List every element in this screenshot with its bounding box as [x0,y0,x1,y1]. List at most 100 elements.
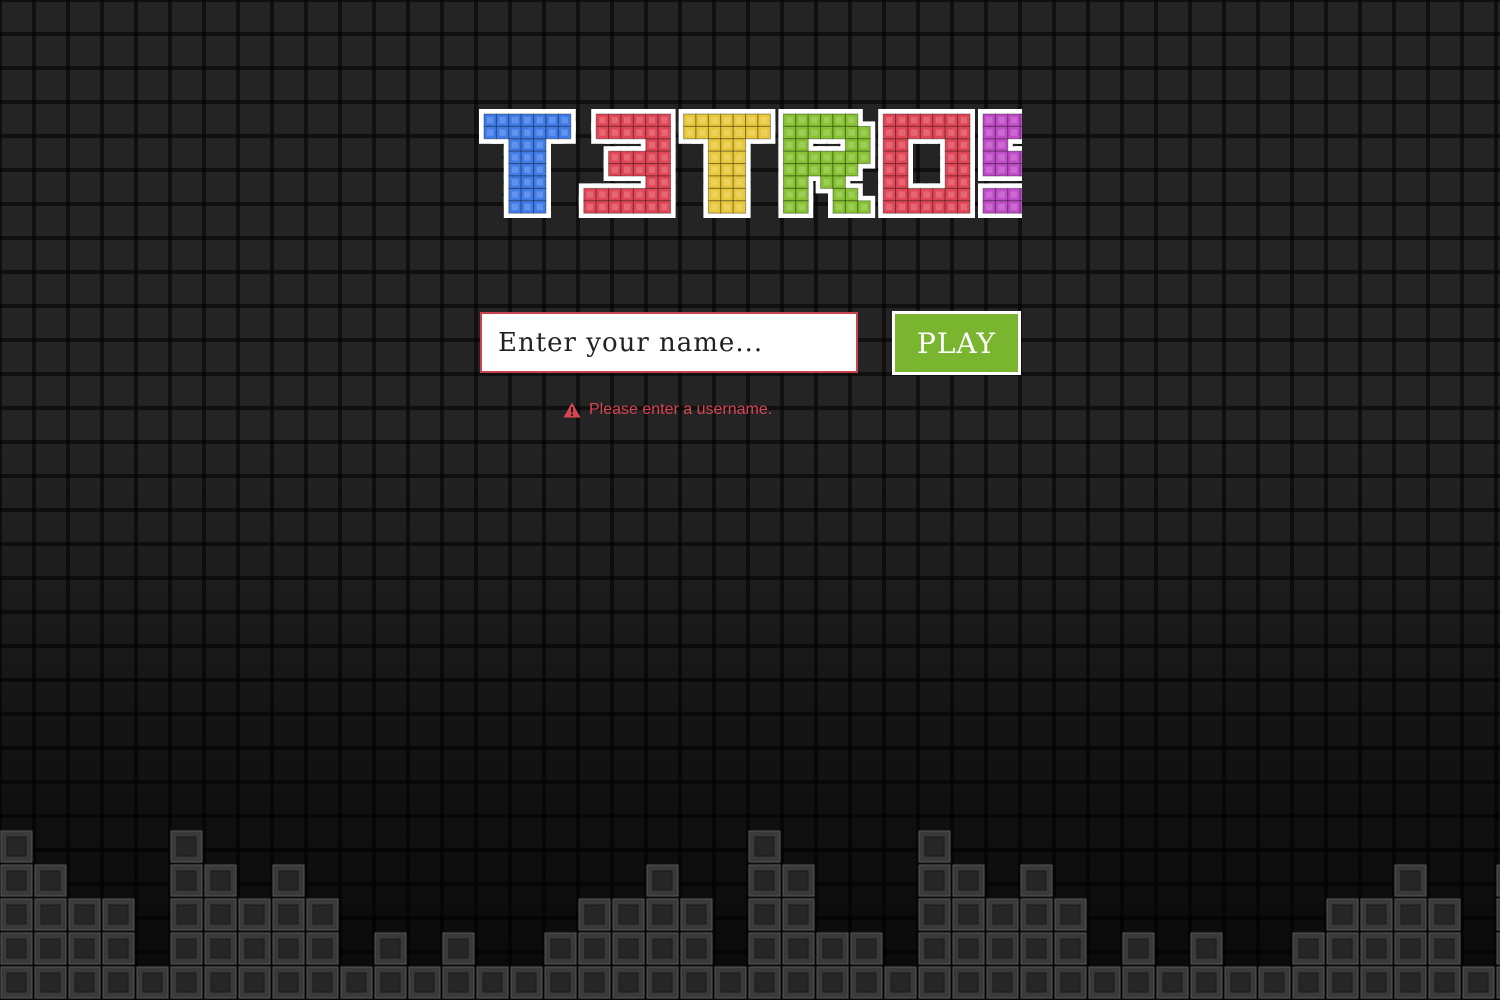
stack-block [0,932,33,965]
stack-block [0,898,33,931]
stack-block [884,966,917,999]
stack-block [1394,932,1427,965]
stack-block [986,898,1019,931]
stack-block [748,830,781,863]
stack-block [1428,898,1461,931]
stack-block [748,966,781,999]
stack-block [0,830,33,863]
stack-block [918,966,951,999]
stack-block [204,966,237,999]
stack-block [646,966,679,999]
stack-block [918,864,951,897]
stack-block [748,864,781,897]
stack-block [238,898,271,931]
stack-block [680,966,713,999]
stack-block [170,830,203,863]
stack-block [1360,932,1393,965]
stack-block [68,898,101,931]
stack-block [1020,966,1053,999]
stack-block [578,966,611,999]
stack-block [102,966,135,999]
stack-block [1054,966,1087,999]
stack-block [714,966,747,999]
stack-block [1360,966,1393,999]
stack-block [544,966,577,999]
stack-block [408,966,441,999]
stack-block [918,898,951,931]
stack-block [544,932,577,965]
stack-block [204,932,237,965]
stack-block [34,898,67,931]
stack-block [1156,966,1189,999]
stack-block [374,966,407,999]
stack-block [612,898,645,931]
stack-block [204,864,237,897]
stack-block [952,898,985,931]
stack-block [816,966,849,999]
stack-block [952,864,985,897]
stack-block [306,966,339,999]
stack-block [918,932,951,965]
stack-block [68,966,101,999]
stack-block [1020,864,1053,897]
stack-block [782,864,815,897]
stack-block [1360,898,1393,931]
stack-block [952,932,985,965]
stack-block [1258,966,1291,999]
stack-block [1394,864,1427,897]
stack-block [612,932,645,965]
stack-block [34,864,67,897]
stack-block [34,966,67,999]
stack-block [646,932,679,965]
stack-block [442,932,475,965]
stack-block [170,864,203,897]
stack-block [850,932,883,965]
stack-block [272,898,305,931]
stack-block [238,932,271,965]
stack-block [34,932,67,965]
stack-block [646,864,679,897]
stack-block [1190,966,1223,999]
stack-block [204,898,237,931]
stack-block [782,966,815,999]
stack-block [510,966,543,999]
stack-block [680,932,713,965]
stack-block [782,898,815,931]
stack-block [1428,932,1461,965]
stack-block [1428,966,1461,999]
stack-block [1394,898,1427,931]
stack-block [306,898,339,931]
stack-block [272,932,305,965]
stack-block [170,932,203,965]
stack-block [1224,966,1257,999]
stack-block [748,932,781,965]
stack-block [1292,932,1325,965]
stack-block [136,966,169,999]
stack-block [986,932,1019,965]
stack-block [918,830,951,863]
stack-block [1190,932,1223,965]
stack-block [374,932,407,965]
stack-block [952,966,985,999]
stack-block [238,966,271,999]
stack-block [1054,932,1087,965]
stack-block [1462,966,1495,999]
falling-blocks-stack [0,830,1500,999]
stack-block [476,966,509,999]
stack-block [578,898,611,931]
stack-block [1020,898,1053,931]
stack-block [442,966,475,999]
stack-block [1292,966,1325,999]
stack-block [306,932,339,965]
stack-block [612,966,645,999]
stack-block [816,932,849,965]
stack-block [680,898,713,931]
stack-block [1326,932,1359,965]
stack-block [272,966,305,999]
stack-block [578,932,611,965]
stack-block [340,966,373,999]
stack-block [170,966,203,999]
stack-block [1394,966,1427,999]
stack-block [782,932,815,965]
stack-block [1326,898,1359,931]
